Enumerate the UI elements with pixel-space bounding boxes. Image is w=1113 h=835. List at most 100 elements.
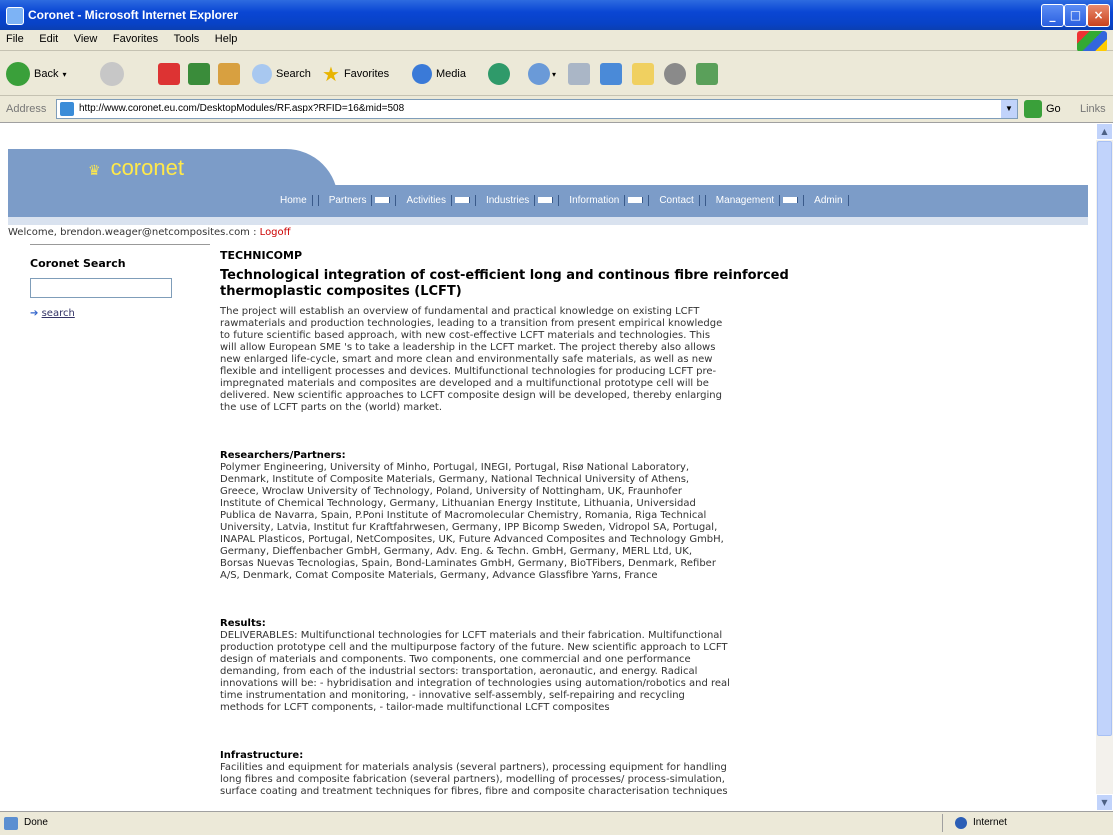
menu-help[interactable]: Help <box>209 30 244 45</box>
welcome-text: Welcome, brendon.weager@netcomposites.co… <box>8 227 250 238</box>
logoff-link[interactable]: Logoff <box>260 227 291 238</box>
nav-label: Home <box>275 195 313 206</box>
favorites-label: Favorites <box>343 68 390 80</box>
history-icon <box>488 63 510 85</box>
sidebar: Coronet Search ➔ search <box>30 251 210 319</box>
stop-button[interactable] <box>158 61 180 87</box>
forward-arrow-icon <box>100 62 124 86</box>
search-icon <box>252 64 272 84</box>
zone-text: Internet <box>973 817 1007 828</box>
nav-label: Partners <box>323 195 373 206</box>
menu-file[interactable]: File <box>0 30 30 45</box>
search-input[interactable] <box>30 278 172 298</box>
home-button[interactable] <box>218 61 240 87</box>
star-icon: ★ <box>322 63 340 86</box>
forward-button[interactable] <box>100 61 124 87</box>
windows-flag-icon <box>1077 31 1107 52</box>
address-label: Address <box>6 103 47 115</box>
status-text: Done <box>24 817 48 828</box>
nav-label: Management <box>710 195 781 206</box>
search-link-label: search <box>41 308 75 319</box>
menu-favorites[interactable]: Favorites <box>107 30 164 45</box>
article: TECHNICOMP Technological integration of … <box>220 249 860 798</box>
main-nav: Home Partners Activities Industries Info… <box>270 195 854 206</box>
folder-button[interactable] <box>632 61 654 87</box>
site-logo[interactable]: ♛ coronet <box>88 155 184 181</box>
folder-icon <box>632 63 654 85</box>
history-button[interactable] <box>488 61 510 87</box>
menu-edit[interactable]: Edit <box>33 30 64 45</box>
print-button[interactable] <box>568 61 590 87</box>
nav-home[interactable]: Home <box>270 195 319 206</box>
logo-text: coronet <box>110 155 184 180</box>
stop-icon <box>158 63 180 85</box>
ie-icon <box>6 7 24 25</box>
menu-view[interactable]: View <box>68 30 104 45</box>
nav-label: Contact <box>654 195 700 206</box>
close-button[interactable]: × <box>1087 4 1110 27</box>
nav-contact[interactable]: Contact <box>649 195 706 206</box>
edit-icon <box>600 63 622 85</box>
back-arrow-icon <box>6 62 30 86</box>
refresh-button[interactable] <box>188 61 210 87</box>
print-icon <box>568 63 590 85</box>
infrastructure-heading: Infrastructure: <box>220 750 304 761</box>
media-icon <box>412 64 432 84</box>
scroll-up-icon[interactable]: ▲ <box>1096 123 1113 140</box>
links-label[interactable]: Links <box>1080 103 1106 115</box>
mail-icon <box>528 63 550 85</box>
minimize-button[interactable]: _ <box>1041 4 1064 27</box>
back-button[interactable]: Back ▾ <box>6 61 66 87</box>
nav-management[interactable]: Management <box>706 195 805 206</box>
search-button[interactable]: Search <box>252 61 311 87</box>
messenger-button[interactable] <box>664 61 686 87</box>
page-done-icon <box>4 817 18 830</box>
favorites-button[interactable]: ★ Favorites <box>322 61 389 87</box>
results-heading: Results: <box>220 618 266 629</box>
dropdown-icon <box>375 197 391 203</box>
divider <box>30 244 210 245</box>
research-button[interactable] <box>696 61 718 87</box>
mail-button[interactable]: ▾ <box>528 61 556 87</box>
media-button[interactable]: Media <box>412 61 466 87</box>
nav-admin[interactable]: Admin <box>804 195 853 206</box>
nav-label: Industries <box>480 195 536 206</box>
title-bar: Coronet - Microsoft Internet Explorer _ … <box>0 0 1113 30</box>
home-icon <box>218 63 240 85</box>
messenger-icon <box>664 63 686 85</box>
maximize-button[interactable]: □ <box>1064 4 1087 27</box>
site-header: ♛ coronet Home Partners Activities Indust… <box>8 149 1088 225</box>
partners-text: Polymer Engineering, University of Minho… <box>220 462 724 581</box>
page-content: ♛ coronet Home Partners Activities Indust… <box>0 123 1096 811</box>
results-text: DELIVERABLES: Multifunctional technologi… <box>220 630 730 713</box>
welcome-line: Welcome, brendon.weager@netcomposites.co… <box>8 227 291 238</box>
search-link[interactable]: ➔ search <box>30 308 210 319</box>
scroll-down-icon[interactable]: ▼ <box>1096 794 1113 811</box>
refresh-icon <box>188 63 210 85</box>
nav-partners[interactable]: Partners <box>319 195 397 206</box>
address-input[interactable]: http://www.coronet.eu.com/DesktopModules… <box>56 99 1018 119</box>
vertical-scrollbar[interactable]: ▲ ▼ <box>1096 123 1113 811</box>
address-dropdown-icon[interactable]: ▼ <box>1001 100 1017 118</box>
nav-information[interactable]: Information <box>559 195 650 206</box>
menu-bar: File Edit View Favorites Tools Help <box>0 30 1113 52</box>
scroll-thumb[interactable] <box>1097 141 1112 736</box>
dropdown-icon <box>454 197 470 203</box>
media-label: Media <box>436 68 466 80</box>
nav-industries[interactable]: Industries <box>476 195 560 206</box>
project-title: Technological integration of cost-effici… <box>220 268 789 299</box>
nav-label: Information <box>564 195 626 206</box>
window-title: Coronet - Microsoft Internet Explorer <box>28 8 239 22</box>
toolbar: Back ▾ Search ★ Favorites Media ▾ <box>0 51 1113 96</box>
menu-tools[interactable]: Tools <box>168 30 206 45</box>
go-button[interactable]: Go <box>1024 100 1061 118</box>
chevron-down-icon: ▾ <box>552 69 557 79</box>
edit-button[interactable] <box>600 61 622 87</box>
nav-activities[interactable]: Activities <box>396 195 476 206</box>
nav-label: Admin <box>809 195 849 206</box>
nav-label: Activities <box>401 195 452 206</box>
address-bar: Address http://www.coronet.eu.com/Deskto… <box>0 96 1113 123</box>
